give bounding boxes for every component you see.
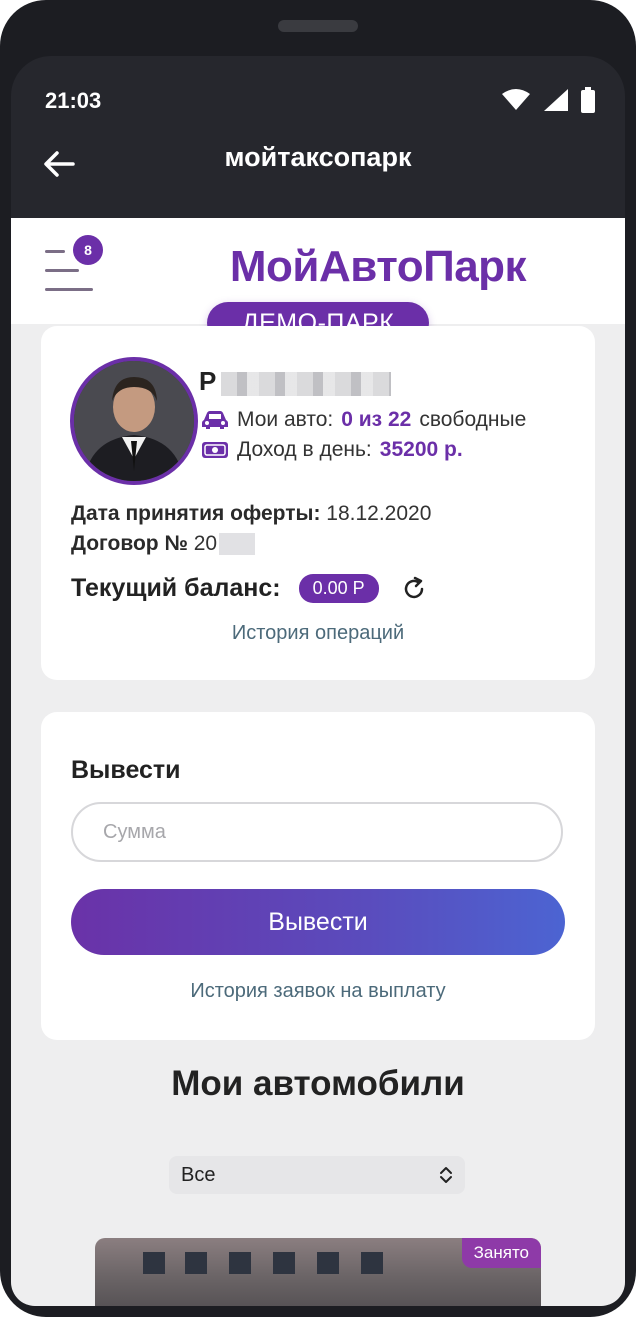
income-row: Доход в день: 35200 р. xyxy=(201,438,463,462)
building-window xyxy=(229,1252,251,1274)
car-icon xyxy=(202,411,228,429)
balance-row: Текущий баланс: 0.00 Р xyxy=(71,574,427,603)
avatar xyxy=(70,357,198,485)
cars-suffix: свободные xyxy=(419,408,527,431)
contract-label: Договор № xyxy=(71,532,188,555)
driver-name: Р xyxy=(199,366,217,396)
building-window xyxy=(273,1252,295,1274)
status-icons xyxy=(501,87,595,113)
avatar-photo xyxy=(74,361,194,481)
income-label: Доход в день: xyxy=(237,438,372,461)
phone-speaker xyxy=(278,20,358,32)
amount-input[interactable] xyxy=(71,802,563,862)
profile-card: Р Мои авто: 0 из 22 свободные Доход в де… xyxy=(41,326,595,680)
building-window xyxy=(361,1252,383,1274)
payout-history-link[interactable]: История заявок на выплату xyxy=(41,980,595,1003)
webview-content: 8 МойАвтоПарк ДЕМО-ПАРК Р Мои авто: 0 из… xyxy=(11,218,625,1306)
money-icon xyxy=(202,442,228,458)
my-cars-title: Мои автомобили xyxy=(171,1064,465,1103)
refresh-icon[interactable] xyxy=(401,576,427,602)
withdraw-title: Вывести xyxy=(71,756,181,784)
cars-value: 0 из 22 xyxy=(341,408,412,431)
contract-number: 20 xyxy=(193,532,218,555)
app-bar: мойтаксопарк xyxy=(11,126,625,216)
battery-icon xyxy=(581,87,595,113)
income-value: 35200 р. xyxy=(379,438,463,461)
notification-badge: 8 xyxy=(73,235,103,265)
withdraw-button[interactable]: Вывести xyxy=(71,889,565,955)
signal-icon xyxy=(544,89,568,111)
cars-row: Мои авто: 0 из 22 свободные xyxy=(201,408,526,432)
phone-screen: 21:03 мойтаксопарк 8 МойАвтоПарк ДЕМО-ПА… xyxy=(11,56,625,1306)
contract-row: Договор № 20 xyxy=(71,532,256,556)
offer-date-row: Дата принятия оферты: 18.12.2020 xyxy=(71,502,431,526)
offer-date: 18.12.2020 xyxy=(326,502,432,525)
wifi-icon xyxy=(502,89,530,110)
cars-label: Мои авто: xyxy=(237,408,334,431)
phone-frame: 21:03 мойтаксопарк 8 МойАвтоПарк ДЕМО-ПА… xyxy=(0,0,636,1317)
balance-value: 0.00 Р xyxy=(298,574,379,603)
withdraw-card: Вывести Вывести История заявок на выплат… xyxy=(41,712,595,1040)
operations-history-link[interactable]: История операций xyxy=(41,622,595,645)
contract-redaction xyxy=(219,533,256,555)
building-window xyxy=(185,1252,207,1274)
cars-filter-select[interactable]: Все xyxy=(169,1156,465,1194)
car-card[interactable]: Занято xyxy=(95,1238,541,1306)
site-logo[interactable]: МойАвтоПарк xyxy=(131,242,625,292)
name-redaction xyxy=(221,372,391,396)
building-window xyxy=(143,1252,165,1274)
filter-selected-value: Все xyxy=(181,1163,216,1186)
app-bar-title: мойтаксопарк xyxy=(224,142,412,172)
status-bar: 21:03 xyxy=(11,56,625,136)
balance-label: Текущий баланс: xyxy=(71,574,281,602)
offer-label: Дата принятия оферты: xyxy=(71,502,321,525)
select-updown-icon xyxy=(440,1167,452,1183)
building-window xyxy=(317,1252,339,1274)
car-status-badge: Занято xyxy=(461,1238,541,1268)
status-time: 21:03 xyxy=(45,88,102,113)
